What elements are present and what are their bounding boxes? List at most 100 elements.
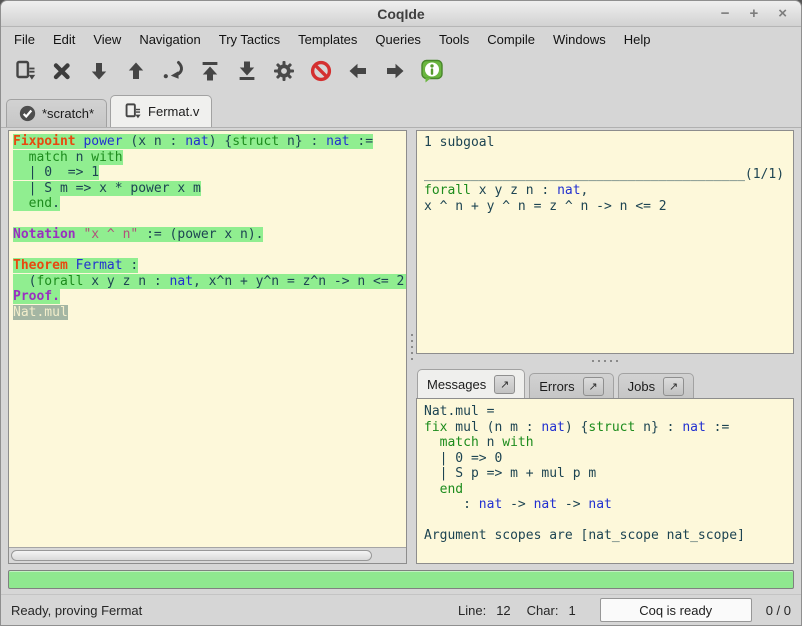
menu-item-help[interactable]: Help: [615, 29, 660, 50]
menu-item-templates[interactable]: Templates: [289, 29, 366, 50]
code-line: end: [424, 482, 786, 498]
menu-item-try-tactics[interactable]: Try Tactics: [210, 29, 289, 50]
code-line: | S p => m + mul p m: [424, 466, 786, 482]
sentence-counter: 0 / 0: [766, 603, 791, 618]
save-page-icon: [13, 59, 37, 83]
step-backward-button[interactable]: [122, 57, 150, 85]
detach-messages-button[interactable]: ↗: [494, 375, 515, 394]
tab-fermat[interactable]: Fermat.v: [110, 95, 212, 127]
next-button[interactable]: [381, 57, 409, 85]
close-button[interactable]: ×: [778, 2, 787, 26]
char-value: 1: [568, 603, 575, 618]
info-bubble-icon: [419, 58, 445, 84]
menu-item-file[interactable]: File: [5, 29, 44, 50]
menu-item-queries[interactable]: Queries: [366, 29, 430, 50]
tab-jobs[interactable]: Jobs ↗: [618, 373, 694, 399]
tab-label: Errors: [539, 379, 574, 394]
menu-item-navigation[interactable]: Navigation: [130, 29, 209, 50]
code-line: (forall x y z n : nat, x^n + y^n = z^n -…: [13, 274, 406, 290]
arrow-up-to-bar-icon: [198, 59, 222, 83]
interrupt-button[interactable]: [307, 57, 335, 85]
code-line: match n with: [424, 435, 786, 451]
no-entry-icon: [309, 59, 333, 83]
tab-scratch[interactable]: *scratch*: [6, 99, 107, 127]
goal-pane: 1 subgoal ______________________________…: [416, 130, 794, 354]
vertical-splitter[interactable]: [407, 130, 416, 564]
menu-item-view[interactable]: View: [84, 29, 130, 50]
tab-errors[interactable]: Errors ↗: [529, 373, 613, 399]
messages-pane: Nat.mul =fix mul (n m : nat) {struct n} …: [416, 398, 794, 564]
about-button[interactable]: [418, 57, 446, 85]
arrow-right-icon: [383, 59, 407, 83]
go-to-end-button[interactable]: [233, 57, 261, 85]
code-line: [13, 243, 406, 259]
messages-notebook: Messages ↗ Errors ↗ Jobs ↗ Nat.mul =fix …: [416, 368, 794, 564]
hscrollbar-thumb[interactable]: [11, 550, 372, 561]
code-line: ________________________________________…: [424, 167, 786, 183]
menu-item-compile[interactable]: Compile: [478, 29, 544, 50]
line-label: Line:: [458, 603, 486, 618]
progress-area: [1, 568, 801, 594]
detach-jobs-button[interactable]: ↗: [663, 377, 684, 396]
editor-code[interactable]: Fixpoint power (x n : nat) {struct n} : …: [9, 131, 406, 547]
detach-errors-button[interactable]: ↗: [583, 377, 604, 396]
char-label: Char:: [527, 603, 559, 618]
line-value: 12: [496, 603, 510, 618]
editor-pane: Fixpoint power (x n : nat) {struct n} : …: [8, 130, 407, 564]
code-line: | S m => x * power x m: [13, 181, 406, 197]
code-line: Nat.mul =: [424, 404, 786, 420]
fully-check-button[interactable]: [270, 57, 298, 85]
coqide-window: CoqIde − + × File Edit View Navigation T…: [0, 0, 802, 626]
goto-cursor-icon: [161, 59, 185, 83]
tab-label: Messages: [427, 377, 486, 392]
arrow-up-right-icon: ↗: [669, 380, 678, 393]
close-buffer-button[interactable]: [48, 57, 76, 85]
titlebar[interactable]: CoqIde − + ×: [1, 1, 801, 27]
menu-item-edit[interactable]: Edit: [44, 29, 84, 50]
check-circle-icon: [19, 105, 36, 122]
code-line: end.: [13, 196, 406, 212]
menu-item-tools[interactable]: Tools: [430, 29, 478, 50]
arrow-up-right-icon: ↗: [500, 378, 509, 391]
code-line: [13, 212, 406, 228]
editor-hscrollbar[interactable]: [9, 547, 406, 563]
coq-state-indicator: Coq is ready: [600, 598, 752, 622]
tab-messages[interactable]: Messages ↗: [417, 369, 525, 399]
code-line: Proof.: [13, 289, 406, 305]
horizontal-splitter[interactable]: [416, 354, 794, 368]
arrow-left-icon: [346, 59, 370, 83]
messages-tabbar: Messages ↗ Errors ↗ Jobs ↗: [416, 368, 794, 399]
previous-button[interactable]: [344, 57, 372, 85]
code-line: fix mul (n m : nat) {struct n} : nat :=: [424, 420, 786, 436]
restart-button[interactable]: [196, 57, 224, 85]
document-tabbar: *scratch* Fermat.v: [1, 91, 801, 128]
code-line: Notation "x ^ n" := (power x n).: [13, 227, 406, 243]
tab-label: *scratch*: [42, 106, 94, 121]
code-line: Theorem Fermat :: [13, 258, 406, 274]
progress-bar: [8, 570, 794, 589]
arrow-up-right-icon: ↗: [589, 380, 598, 393]
gear-icon: [272, 59, 296, 83]
code-line: forall x y z n : nat,: [424, 183, 786, 199]
toolbar: [1, 51, 801, 91]
tab-label: Jobs: [628, 379, 655, 394]
save-button[interactable]: [11, 57, 39, 85]
messages-code: Nat.mul =fix mul (n m : nat) {struct n} …: [424, 404, 786, 544]
maximize-button[interactable]: +: [749, 2, 758, 26]
code-line: | 0 => 1: [13, 165, 406, 181]
right-column: 1 subgoal ______________________________…: [416, 130, 794, 564]
menu-item-windows[interactable]: Windows: [544, 29, 615, 50]
close-x-icon: [50, 59, 74, 83]
code-line: x ^ n + y ^ n = z ^ n -> n <= 2: [424, 199, 786, 215]
window-title: CoqIde: [1, 6, 801, 22]
statusbar: Ready, proving Fermat Line: 12 Char: 1 C…: [1, 594, 801, 625]
arrow-up-icon: [124, 59, 148, 83]
code-line: [424, 151, 786, 167]
code-line: Fixpoint power (x n : nat) {struct n} : …: [13, 134, 406, 150]
tab-label: Fermat.v: [148, 104, 199, 119]
step-forward-button[interactable]: [85, 57, 113, 85]
minimize-button[interactable]: −: [721, 2, 730, 26]
code-line: : nat -> nat -> nat: [424, 497, 786, 513]
code-line: 1 subgoal: [424, 135, 786, 151]
go-to-cursor-button[interactable]: [159, 57, 187, 85]
